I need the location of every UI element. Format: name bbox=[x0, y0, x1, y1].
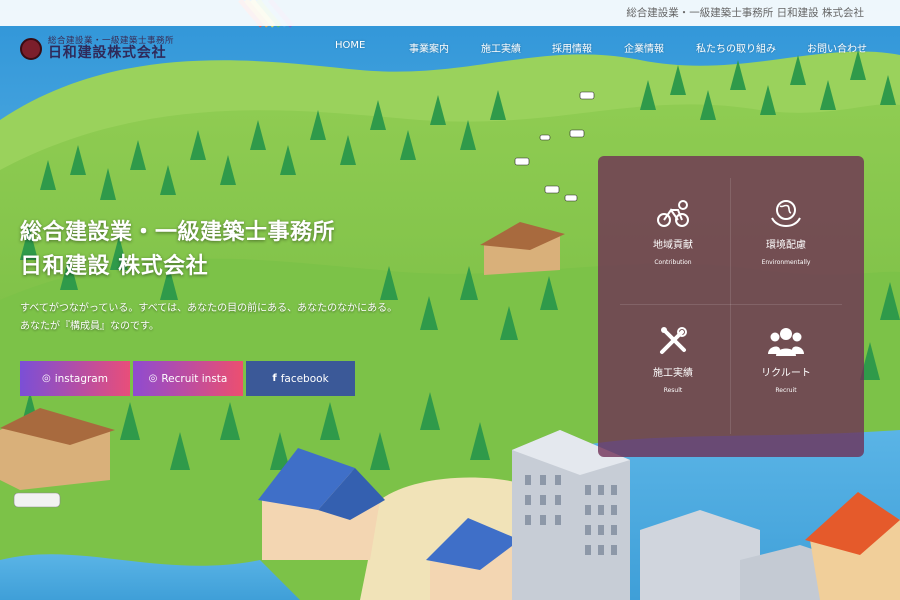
hero-title-line-2: 日和建設 株式会社 bbox=[20, 254, 209, 279]
facebook-button[interactable]: f facebook bbox=[246, 361, 355, 396]
feature-results-en: Result bbox=[663, 387, 683, 394]
feature-panel: 地域貢献 Contribution 環境配慮 Environmentally 施… bbox=[598, 156, 864, 457]
facebook-icon: f bbox=[272, 373, 277, 384]
hero-subtitle-line-2: あなたが『構成員』なのです。 bbox=[20, 321, 159, 332]
nav-item-business[interactable]: 事業案内 bbox=[409, 40, 481, 55]
instagram-button-label: instagram bbox=[54, 372, 108, 385]
recruit-instagram-button-label: Recruit insta bbox=[161, 372, 228, 385]
feature-contribution-en: Contribution bbox=[654, 259, 692, 266]
feature-results[interactable]: 施工実績 Result bbox=[618, 324, 728, 448]
site-logo[interactable]: 総合建設業・一級建築士事務所 日和建設株式会社 bbox=[20, 34, 174, 64]
logo-emblem-icon bbox=[20, 38, 42, 60]
hero-title: 総合建設業・一級建築士事務所 日和建設 株式会社 bbox=[20, 216, 335, 284]
globe-hands-icon bbox=[771, 200, 801, 228]
logo-company-name: 日和建設株式会社 bbox=[48, 45, 167, 62]
nav-item-company[interactable]: 企業情報 bbox=[624, 40, 696, 55]
instagram-icon: ◎ bbox=[42, 373, 51, 384]
people-icon bbox=[768, 328, 804, 356]
feature-recruit-title: リクルート bbox=[761, 368, 811, 379]
recruit-instagram-button[interactable]: ◎ Recruit insta bbox=[133, 361, 243, 396]
main-navigation: HOME 事業案内 施工実績 採用情報 企業情報 私たちの取り組み お問い合わせ bbox=[335, 40, 871, 55]
instagram-button[interactable]: ◎ instagram bbox=[20, 361, 130, 396]
feature-environment-title: 環境配慮 bbox=[766, 240, 806, 251]
facebook-button-label: facebook bbox=[280, 372, 329, 385]
feature-environment-en: Environmentally bbox=[761, 259, 811, 266]
top-info-bar: 総合建設業・一級建築士事務所 日和建設 株式会社 bbox=[0, 0, 900, 26]
bicycle-icon bbox=[657, 200, 689, 227]
nav-item-works[interactable]: 施工実績 bbox=[481, 40, 552, 55]
nav-item-home[interactable]: HOME bbox=[335, 40, 409, 55]
feature-environment[interactable]: 環境配慮 Environmentally bbox=[731, 196, 841, 320]
hero-subtitle: すべてがつながっている。すべては、あなたの目の前にある、あなたのなかにある。 あ… bbox=[20, 300, 397, 336]
hero-title-line-1: 総合建設業・一級建築士事務所 bbox=[20, 220, 336, 245]
feature-results-title: 施工実績 bbox=[653, 368, 693, 379]
nav-item-recruit[interactable]: 採用情報 bbox=[552, 40, 624, 55]
feature-recruit-en: Recruit bbox=[775, 387, 797, 394]
feature-contribution[interactable]: 地域貢献 Contribution bbox=[618, 196, 728, 320]
feature-recruit[interactable]: リクルート Recruit bbox=[731, 324, 841, 448]
instagram-icon: ◎ bbox=[148, 373, 158, 384]
tools-icon bbox=[660, 327, 687, 354]
top-tagline: 総合建設業・一級建築士事務所 日和建設 株式会社 bbox=[626, 7, 864, 19]
nav-item-initiatives[interactable]: 私たちの取り組み bbox=[696, 40, 807, 55]
hero-subtitle-line-1: すべてがつながっている。すべては、あなたの目の前にある、あなたのなかにある。 bbox=[20, 303, 398, 314]
nav-item-contact[interactable]: お問い合わせ bbox=[807, 40, 871, 55]
feature-contribution-title: 地域貢献 bbox=[653, 240, 693, 251]
